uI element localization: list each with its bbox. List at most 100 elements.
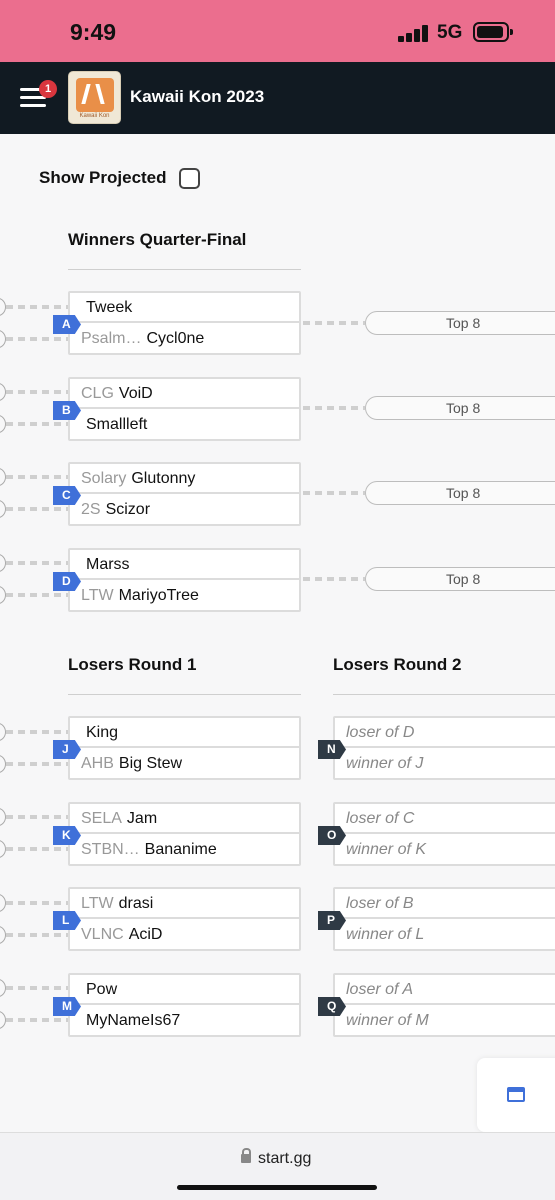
match-slot[interactable]: Psalm… Cycl0ne (70, 324, 299, 354)
connector (303, 321, 365, 325)
match-slot[interactable]: Marss (70, 550, 299, 580)
tournament-title[interactable]: Kawaii Kon 2023 (130, 87, 264, 107)
round-title-losers-r2: Losers Round 2 (333, 655, 462, 674)
match-slot[interactable]: Pow (70, 975, 299, 1005)
player-name: drasi (118, 895, 154, 912)
player-name: Scizor (105, 501, 151, 518)
floating-window-button[interactable] (477, 1058, 555, 1132)
player-name: MyNameIs67 (86, 1012, 181, 1029)
match-card[interactable]: King AHB Big Stew J (53, 716, 301, 780)
notification-badge: 1 (39, 80, 57, 98)
connector (6, 847, 68, 851)
player-prefix: VLNC (81, 926, 124, 943)
player-name: Pow (86, 981, 118, 998)
match-slot[interactable]: SELA Jam (70, 804, 299, 834)
signal-icon (398, 24, 430, 42)
match-slot[interactable]: VLNC AciD (70, 920, 299, 950)
connector (303, 491, 365, 495)
match-card[interactable]: Pow MyNameIs67 M (53, 973, 301, 1037)
player-prefix: Solary (81, 470, 127, 487)
next-round-pill[interactable]: Top 8 (365, 567, 555, 591)
app-header: 1 Kawaii Kon Kawaii Kon 2023 (0, 62, 555, 134)
connector (6, 730, 68, 734)
status-bar: 9:49 5G (0, 0, 555, 62)
next-round-pill[interactable]: Top 8 (365, 311, 555, 335)
round-title-losers-r1: Losers Round 1 (68, 655, 197, 674)
connector (6, 305, 68, 309)
browser-url-bar[interactable]: start.gg (0, 1132, 555, 1200)
lock-icon (241, 1148, 251, 1163)
show-projected-checkbox[interactable] (179, 168, 200, 189)
connector (6, 986, 68, 990)
player-name: Glutonny (131, 470, 196, 487)
match-slot[interactable]: MyNameIs67 (70, 1006, 299, 1036)
match-card[interactable]: SELA Jam STBN… Bananime K (53, 802, 301, 866)
player-prefix: SELA (81, 810, 122, 827)
url-text[interactable]: start.gg (258, 1150, 311, 1168)
match-card[interactable]: Marss LTW MariyoTree D (53, 548, 301, 612)
match-slot[interactable]: 2S Scizor (70, 495, 299, 525)
match-card[interactable]: LTW drasi VLNC AciD L (53, 887, 301, 951)
player-name: King (86, 724, 119, 741)
connector (6, 561, 68, 565)
next-round-pill[interactable]: Top 8 (365, 396, 555, 420)
match-slot[interactable]: AHB Big Stew (70, 749, 299, 779)
projected-match-card[interactable]: loser of C winner of K O (318, 802, 555, 866)
match-slot[interactable]: LTW drasi (70, 889, 299, 919)
projected-slot: winner of M (346, 1012, 429, 1029)
match-slot[interactable]: Solary Glutonny (70, 464, 299, 494)
match-slot[interactable]: Smallleft (70, 410, 299, 440)
round-title-winners-qf: Winners Quarter-Final (68, 230, 247, 249)
player-name: Cycl0ne (146, 330, 205, 347)
connector (6, 815, 68, 819)
player-prefix: STBN… (81, 841, 140, 858)
projected-slot: loser of A (335, 975, 555, 1005)
connector (6, 507, 68, 511)
projected-match-card[interactable]: loser of D winner of J N (318, 716, 555, 780)
player-prefix: 2S (81, 501, 101, 518)
tournament-logo[interactable]: Kawaii Kon (68, 71, 121, 124)
match-slot[interactable]: CLG VoiD (70, 379, 299, 409)
round-divider (68, 694, 301, 695)
match-card[interactable]: CLG VoiD Smallleft B (53, 377, 301, 441)
player-name: Bananime (144, 841, 217, 858)
player-prefix: LTW (81, 587, 114, 604)
match-slot[interactable]: STBN… Bananime (70, 835, 299, 865)
player-name: Tweek (86, 299, 133, 316)
player-name: AciD (128, 926, 163, 943)
projected-slot: loser of B (335, 889, 555, 919)
connector (6, 475, 68, 479)
projected-slot: winner of K (346, 841, 427, 858)
connector (6, 762, 68, 766)
home-indicator[interactable] (177, 1185, 377, 1190)
connector (6, 390, 68, 394)
projected-slot: loser of D (335, 718, 555, 748)
player-name: Smallleft (86, 416, 148, 433)
match-slot[interactable]: King (70, 718, 299, 748)
show-projected-label[interactable]: Show Projected (39, 168, 167, 188)
projected-match-card[interactable]: loser of A winner of M Q (318, 973, 555, 1037)
connector (6, 901, 68, 905)
projected-match-card[interactable]: loser of B winner of L P (318, 887, 555, 951)
player-prefix: AHB (81, 755, 114, 772)
player-name: MariyoTree (118, 587, 199, 604)
connector (6, 593, 68, 597)
connector (6, 422, 68, 426)
next-round-pill[interactable]: Top 8 (365, 481, 555, 505)
projected-slot: loser of C (335, 804, 555, 834)
status-time: 9:49 (70, 19, 117, 45)
player-prefix: LTW (81, 895, 114, 912)
connector (303, 577, 365, 581)
player-name: Jam (126, 810, 158, 827)
connector (6, 933, 68, 937)
projected-slot: winner of L (346, 926, 425, 943)
match-slot[interactable]: Tweek (70, 293, 299, 323)
network-label: 5G (437, 22, 463, 43)
match-slot[interactable]: LTW MariyoTree (70, 581, 299, 611)
match-card[interactable]: Tweek Psalm… Cycl0ne A (53, 291, 301, 355)
window-icon (507, 1087, 525, 1102)
logo-text: Kawaii Kon (79, 113, 110, 119)
match-card[interactable]: Solary Glutonny 2S Scizor C (53, 462, 301, 526)
connector (6, 337, 68, 341)
round-divider (68, 269, 301, 270)
